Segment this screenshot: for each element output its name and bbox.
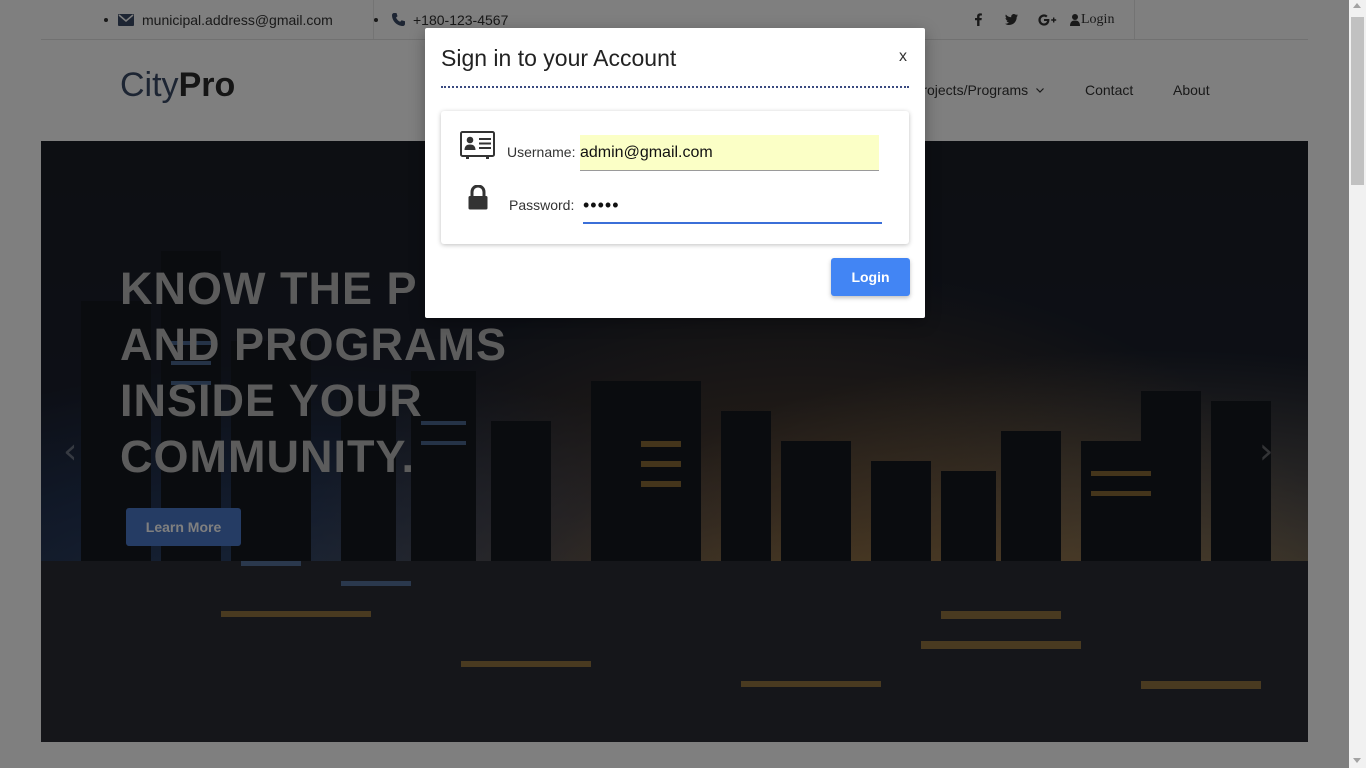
login-modal: Sign in to your Account x Username: Pas — [425, 28, 925, 318]
password-label: Password: — [509, 197, 575, 213]
modal-divider — [441, 86, 909, 88]
scroll-up-arrow-icon[interactable] — [1353, 3, 1361, 8]
password-input[interactable] — [583, 188, 882, 224]
modal-title: Sign in to your Account — [441, 45, 677, 71]
login-button[interactable]: Login — [831, 258, 910, 296]
scroll-down-arrow-icon[interactable] — [1353, 758, 1361, 763]
username-label: Username: — [507, 144, 576, 160]
lock-icon — [468, 184, 488, 215]
modal-close-button[interactable]: x — [899, 48, 907, 66]
username-input[interactable] — [580, 135, 879, 171]
id-card-icon — [460, 131, 495, 164]
page-scrollbar[interactable] — [1349, 0, 1366, 768]
login-form-card: Username: Password: — [441, 111, 909, 244]
scrollbar-thumb[interactable] — [1351, 17, 1364, 185]
